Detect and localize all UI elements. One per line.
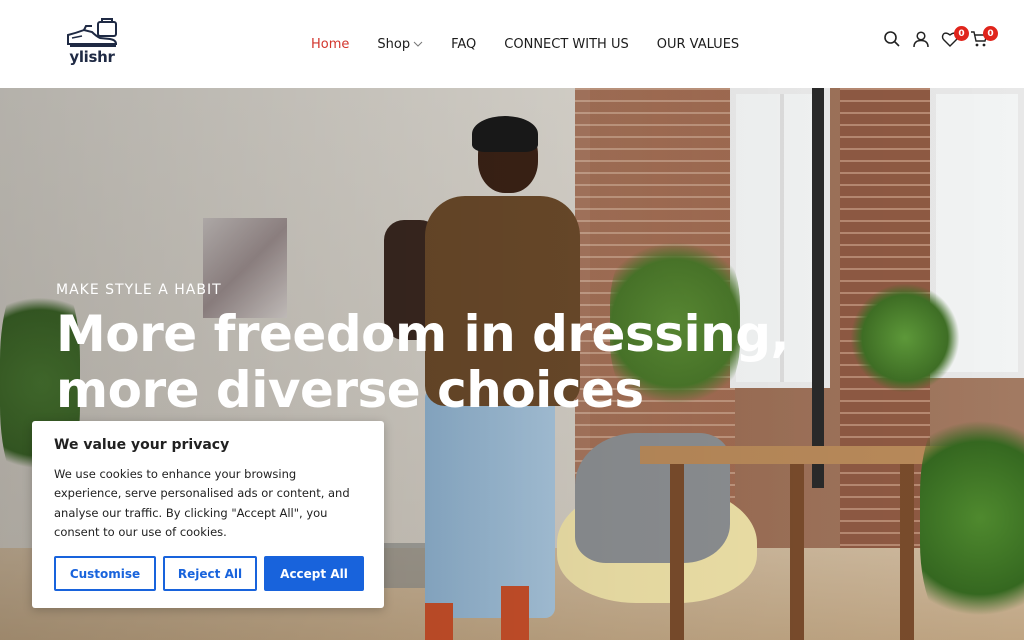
search-button[interactable] — [883, 30, 903, 50]
shoe-logo-icon — [67, 18, 118, 47]
header-icons: 0 0 — [874, 26, 998, 50]
user-icon — [913, 31, 929, 48]
nav-faq-label: FAQ — [451, 36, 477, 52]
cart-count-badge: 0 — [983, 26, 998, 41]
nav-values-label: OUR VALUES — [656, 36, 740, 52]
nav-values[interactable]: OUR VALUES — [657, 37, 739, 52]
nav-shop[interactable]: Shop — [377, 37, 423, 52]
cart-button[interactable]: 0 — [970, 26, 998, 50]
nav-home[interactable]: Home — [311, 37, 349, 52]
wishlist-button[interactable]: 0 — [941, 26, 969, 50]
site-logo[interactable]: ylishr — [60, 18, 124, 70]
search-icon — [884, 31, 900, 47]
account-button[interactable] — [912, 30, 932, 50]
chevron-down-icon — [413, 41, 423, 47]
main-nav: Home Shop FAQ CONNECT WITH US OUR VALUES — [311, 34, 767, 54]
customise-button[interactable]: Customise — [54, 556, 156, 591]
hero-kicker: MAKE STYLE A HABIT — [56, 282, 222, 298]
nav-connect-label: CONNECT WITH US — [504, 36, 629, 52]
nav-connect[interactable]: CONNECT WITH US — [504, 37, 628, 52]
logo-text: ylishr — [69, 48, 115, 66]
reject-all-button[interactable]: Reject All — [163, 556, 257, 591]
site-header: ylishr Home Shop FAQ CONNECT WITH US OUR… — [0, 0, 1024, 88]
nav-home-label: Home — [311, 36, 350, 52]
cookie-title: We value your privacy — [54, 437, 230, 453]
wishlist-count-badge: 0 — [954, 26, 969, 41]
cookie-consent-banner: We value your privacy We use cookies to … — [32, 421, 384, 608]
accept-all-button[interactable]: Accept All — [264, 556, 364, 591]
nav-faq[interactable]: FAQ — [451, 37, 476, 52]
nav-shop-label: Shop — [377, 36, 411, 52]
hero-title: More freedom in dressing, more diverse c… — [56, 305, 790, 419]
cookie-text: We use cookies to enhance your browsing … — [54, 467, 350, 540]
cookie-buttons: Customise Reject All Accept All — [54, 556, 364, 591]
